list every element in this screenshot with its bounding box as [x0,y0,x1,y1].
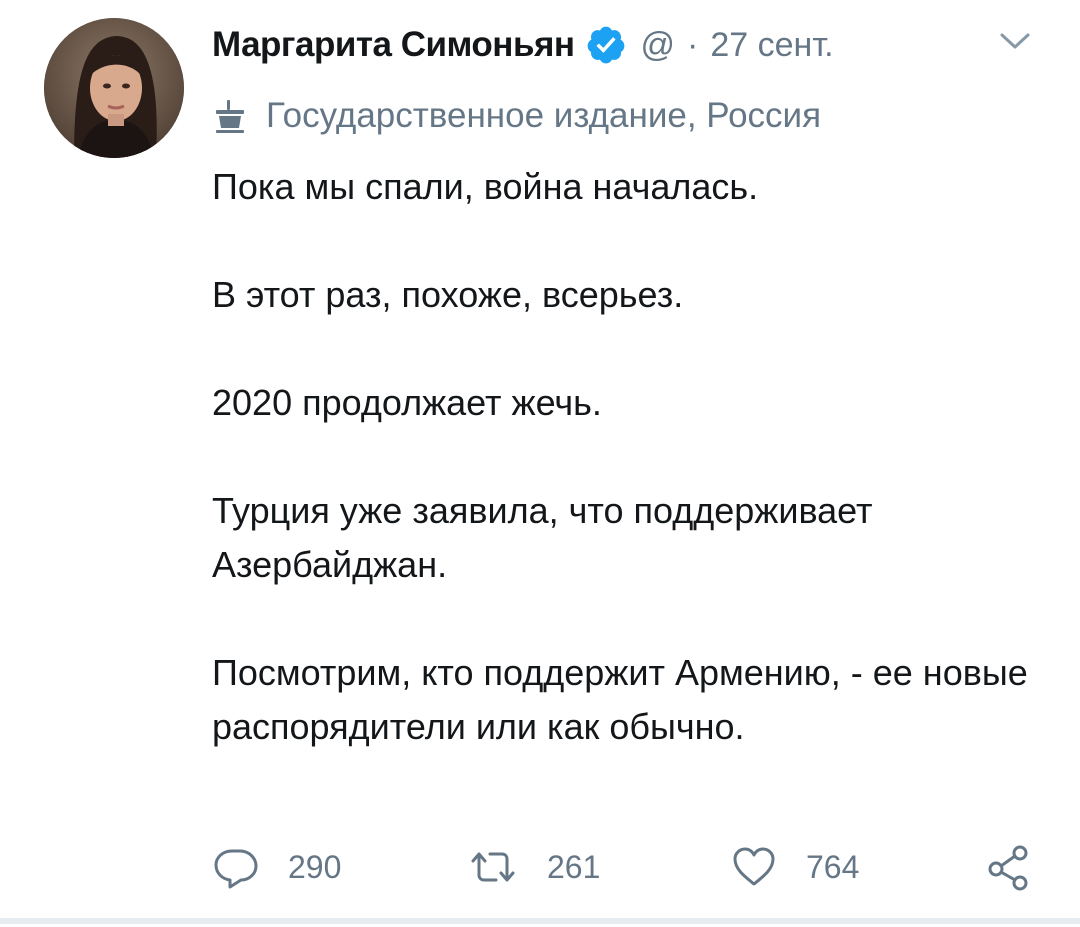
state-media-label-text: Государственное издание, Россия [266,96,822,135]
retweet-count: 261 [547,848,601,885]
reply-icon [212,843,260,891]
tweet-paragraph: Турция уже заявила, что поддерживает Азе… [212,490,873,585]
tweet-paragraph: Посмотрим, кто поддержит Армению, - ее н… [212,652,1028,747]
tweet-paragraph: Пока мы спали, война началась. [212,166,759,207]
share-button[interactable] [984,840,1032,894]
header-separator: · [687,25,699,64]
chevron-down-icon[interactable] [998,26,1032,56]
share-icon [984,843,1032,891]
author-avatar[interactable] [44,18,184,158]
heart-icon [730,843,778,891]
state-media-podium-icon [212,96,248,136]
reply-button[interactable]: 290 [212,840,341,894]
like-count: 764 [806,848,860,885]
retweet-icon [467,843,519,891]
author-name[interactable]: Маргарита Симоньян [212,25,575,65]
author-handle[interactable]: @ [641,26,676,65]
tweet-date[interactable]: 27 сент. [710,26,833,65]
tweet-text: Пока мы спали, война началась. В этот ра… [212,160,1032,754]
divider [0,918,1080,924]
reply-count: 290 [288,848,342,885]
verified-badge-icon [585,24,627,66]
tweet-paragraph: 2020 продолжает жечь. [212,382,602,423]
tweet-actions: 290 261 764 [212,840,1042,894]
tweet-header: Маргарита Симоньян @ · 27 сент. [212,20,834,70]
tweet[interactable]: Маргарита Симоньян @ · 27 сент. Государс… [0,0,1080,927]
avatar-photo-icon [44,18,184,158]
retweet-button[interactable]: 261 [467,840,600,894]
like-button[interactable]: 764 [730,840,859,894]
tweet-paragraph: В этот раз, похоже, всерьез. [212,274,684,315]
state-media-label[interactable]: Государственное издание, Россия [212,92,821,140]
